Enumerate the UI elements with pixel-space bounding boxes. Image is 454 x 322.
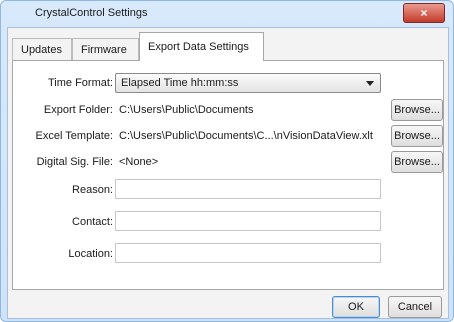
time-format-select[interactable]: Elapsed Time hh:mm:ss xyxy=(115,73,381,93)
reason-label: Reason: xyxy=(72,184,113,196)
location-label: Location: xyxy=(68,248,113,260)
export-folder-path: C:\Users\Public\Documents xyxy=(119,104,254,116)
dialog-footer: OK Cancel xyxy=(8,288,448,318)
export-folder-label: Export Folder: xyxy=(43,104,113,116)
contact-field[interactable] xyxy=(115,211,381,231)
title-bar[interactable]: CrystalControl Settings × xyxy=(1,1,453,25)
tab-label: Firmware xyxy=(81,44,127,56)
tab-label: Export Data Settings xyxy=(148,41,249,53)
tab-label: Updates xyxy=(21,44,62,56)
excel-template-label: Excel Template: xyxy=(35,130,113,142)
browse-digital-sig-button[interactable]: Browse... xyxy=(391,151,443,173)
digital-sig-path: <None> xyxy=(119,156,159,168)
tab-updates[interactable]: Updates xyxy=(12,38,72,60)
cancel-button[interactable]: Cancel xyxy=(388,296,442,318)
window-title: CrystalControl Settings xyxy=(35,7,148,19)
location-field[interactable] xyxy=(115,243,381,263)
settings-window: CrystalControl Settings × Updates Firmwa… xyxy=(0,0,454,322)
time-format-label: Time Format: xyxy=(48,77,113,89)
ok-button[interactable]: OK xyxy=(332,296,380,318)
browse-excel-template-button[interactable]: Browse... xyxy=(391,125,443,147)
digital-sig-label: Digital Sig. File: xyxy=(36,156,113,168)
contact-label: Contact: xyxy=(72,216,113,228)
tab-firmware[interactable]: Firmware xyxy=(72,38,139,60)
reason-field[interactable] xyxy=(115,179,381,199)
time-format-value: Elapsed Time hh:mm:ss xyxy=(121,77,239,89)
tab-export-data-settings[interactable]: Export Data Settings xyxy=(139,32,264,61)
excel-template-path: C:\Users\Public\Documents\C...\nVisionDa… xyxy=(119,130,373,142)
close-icon: × xyxy=(420,6,428,20)
browse-export-folder-button[interactable]: Browse... xyxy=(391,99,443,121)
dialog-content: Updates Firmware Export Data Settings Ti… xyxy=(7,27,449,319)
chevron-down-icon xyxy=(366,81,374,86)
export-settings-panel: Time Format: Elapsed Time hh:mm:ss Expor… xyxy=(12,60,444,290)
close-button[interactable]: × xyxy=(403,3,445,23)
